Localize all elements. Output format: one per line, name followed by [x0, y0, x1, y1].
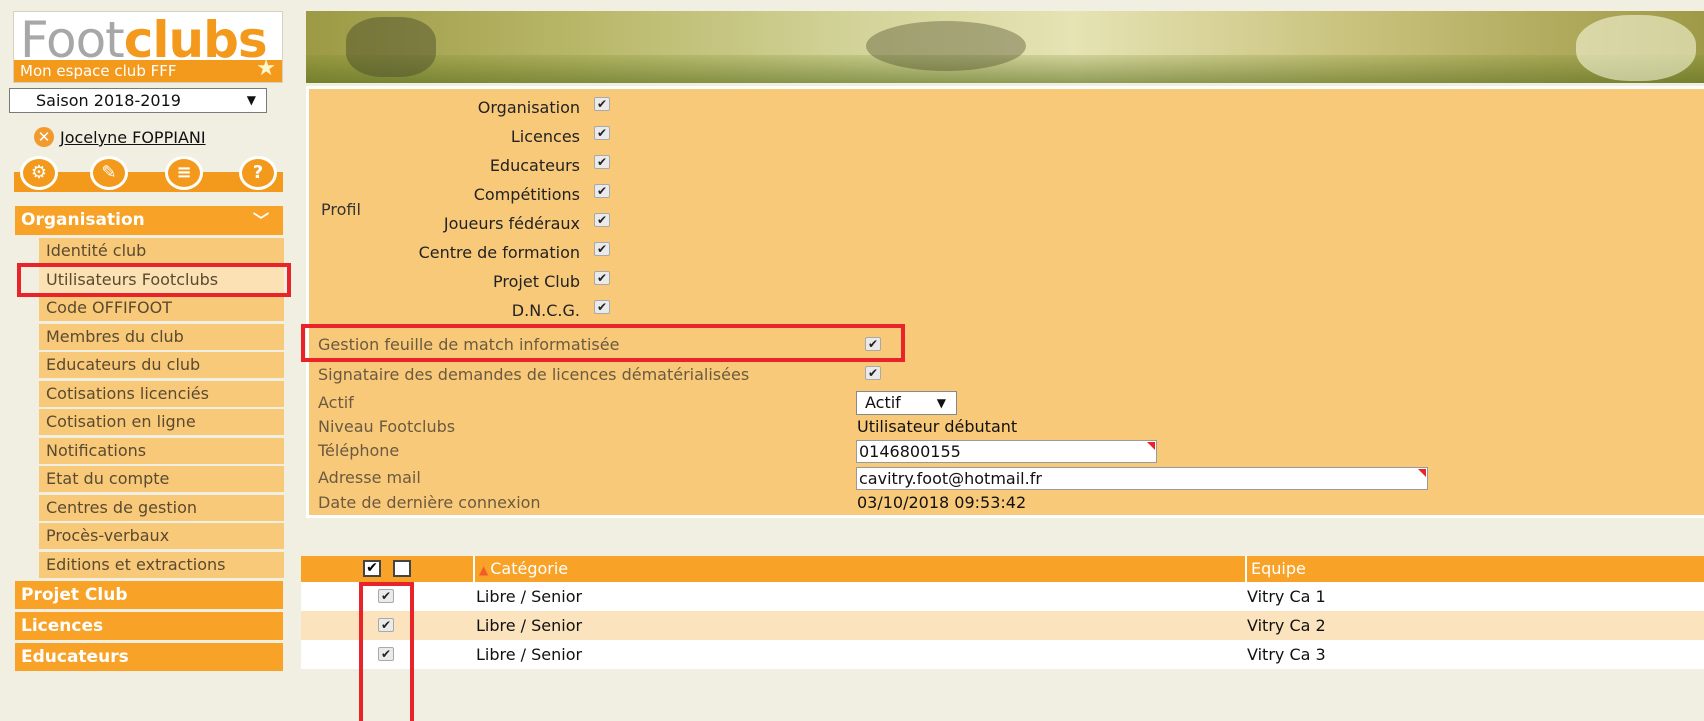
permission-label-competitions: Compétitions	[473, 185, 580, 204]
menu-section-licences[interactable]: Licences	[15, 612, 283, 640]
column-header-categorie[interactable]: ▲ Catégorie	[473, 556, 1245, 582]
sidebar-item-etat-du-compte[interactable]: Etat du compte	[39, 466, 284, 492]
menu-section-label: Organisation	[21, 210, 145, 230]
signataire-label: Signataire des demandes de licences déma…	[318, 365, 750, 384]
column-header-equipe[interactable]: Equipe	[1245, 556, 1704, 582]
user-name-link[interactable]: Jocelyne FOPPIANI	[60, 128, 206, 147]
mail-input[interactable]: cavitry.foot@hotmail.fr	[856, 467, 1428, 490]
sidebar-item-editions-extractions[interactable]: Editions et extractions	[39, 552, 284, 578]
banner-player-shape	[866, 21, 1026, 71]
niveau-label: Niveau Footclubs	[318, 417, 456, 436]
sidebar-item-notifications[interactable]: Notifications	[39, 438, 284, 464]
menu-section-projet-club[interactable]: Projet Club	[15, 581, 283, 609]
banner-ball-shape	[1576, 15, 1696, 81]
edit-icon[interactable]: ✎	[90, 156, 128, 190]
sidebar-item-cotisations-licencies[interactable]: Cotisations licenciés	[39, 381, 284, 407]
dropdown-arrow-icon: ▼	[936, 396, 946, 410]
actif-select[interactable]: Actif ▼	[856, 391, 957, 415]
required-flag-icon	[1418, 469, 1426, 477]
required-flag-icon	[1147, 442, 1155, 450]
permission-label-joueurs-federaux: Joueurs fédéraux	[443, 214, 580, 233]
permission-label-dncg: D.N.C.G.	[511, 301, 580, 320]
sidebar-item-proces-verbaux[interactable]: Procès-verbaux	[39, 523, 284, 549]
connexion-label: Date de dernière connexion	[318, 493, 541, 512]
table-row: ✔ Libre / Senior Vitry Ca 2	[301, 611, 1704, 640]
deselect-all-checkbox[interactable]	[393, 560, 411, 577]
cell-categorie: Libre / Senior	[476, 616, 583, 635]
signataire-checkbox[interactable]: ✔	[865, 366, 881, 380]
permission-checkbox-joueurs-federaux[interactable]: ✔	[594, 213, 610, 227]
table-row: ✔ Libre / Senior Vitry Ca 3	[301, 640, 1704, 669]
dropdown-arrow-icon: ▼	[246, 93, 256, 107]
settings-icon[interactable]: ⚙	[20, 156, 58, 190]
cell-categorie: Libre / Senior	[476, 587, 583, 606]
niveau-value: Utilisateur débutant	[857, 417, 1018, 436]
telephone-label: Téléphone	[318, 441, 400, 460]
permission-label-projet-club: Projet Club	[493, 272, 580, 291]
cell-equipe: Vitry Ca 3	[1247, 645, 1326, 664]
connexion-value: 03/10/2018 09:53:42	[857, 493, 1027, 512]
cell-categorie: Libre / Senior	[476, 645, 583, 664]
permission-label-licences: Licences	[510, 127, 580, 146]
season-select[interactable]: Saison 2018-2019 ▼	[9, 88, 267, 113]
permission-checkbox-dncg[interactable]: ✔	[594, 300, 610, 314]
permission-checkbox-educateurs[interactable]: ✔	[594, 155, 610, 169]
cell-equipe: Vitry Ca 1	[1247, 587, 1326, 606]
app-root: Footclubs Mon espace club FFF ★ Saison 20…	[0, 0, 1704, 721]
sidebar-item-centres-de-gestion[interactable]: Centres de gestion	[39, 495, 284, 521]
season-value: Saison 2018-2019	[36, 91, 181, 110]
highlight-box-gestion	[301, 324, 905, 362]
logo-tagline-bar: Mon espace club FFF ★	[14, 56, 282, 82]
sort-asc-icon: ▲	[479, 563, 489, 577]
telephone-input-value: 0146800155	[859, 442, 961, 461]
highlight-box-row-checkboxes	[359, 582, 414, 721]
table-header: ✔ ▲ Catégorie Equipe	[301, 556, 1704, 582]
sidebar-item-cotisation-en-ligne[interactable]: Cotisation en ligne	[39, 409, 284, 435]
list-icon[interactable]: ≡	[165, 156, 203, 190]
sidebar-item-educateurs-du-club[interactable]: Educateurs du club	[39, 352, 284, 378]
profil-label: Profil	[321, 200, 361, 219]
permission-checkbox-projet-club[interactable]: ✔	[594, 271, 610, 285]
highlight-box-sidebar	[17, 263, 291, 297]
menu-section-educateurs[interactable]: Educateurs	[15, 643, 283, 671]
menu-section-organisation[interactable]: Organisation ﹀	[15, 206, 283, 235]
table-row: ✔ Libre / Senior Vitry Ca 1	[301, 582, 1704, 611]
sidebar-item-identite-club[interactable]: Identité club	[39, 238, 284, 264]
logout-icon[interactable]: ✕	[34, 127, 54, 147]
permission-label-educateurs: Educateurs	[489, 156, 580, 175]
permission-label-centre-formation: Centre de formation	[418, 243, 580, 262]
sidebar-item-code-offifoot[interactable]: Code OFFIFOOT	[39, 295, 284, 321]
sidebar-item-membres-du-club[interactable]: Membres du club	[39, 324, 284, 350]
actif-label: Actif	[318, 393, 354, 412]
mail-input-value: cavitry.foot@hotmail.fr	[859, 469, 1042, 488]
user-info: ✕ Jocelyne FOPPIANI	[34, 127, 206, 147]
permission-checkbox-organisation[interactable]: ✔	[594, 97, 610, 111]
permission-checkbox-competitions[interactable]: ✔	[594, 184, 610, 198]
quick-icons-bar: ⚙ ✎ ≡ ?	[14, 154, 283, 194]
permission-checkbox-centre-formation[interactable]: ✔	[594, 242, 610, 256]
banner-player-shape	[346, 17, 436, 77]
column-header-label: Catégorie	[490, 559, 569, 578]
telephone-input[interactable]: 0146800155	[856, 440, 1157, 463]
mail-label: Adresse mail	[318, 468, 421, 487]
select-all-checkbox[interactable]: ✔	[363, 560, 381, 577]
actif-select-value: Actif	[865, 393, 901, 412]
permission-checkbox-licences[interactable]: ✔	[594, 126, 610, 140]
help-icon[interactable]: ?	[239, 156, 277, 190]
permission-label-organisation: Organisation	[477, 98, 580, 117]
star-icon: ★	[256, 56, 276, 81]
footclubs-logo[interactable]: Footclubs Mon espace club FFF ★	[13, 11, 283, 83]
header-banner-image	[306, 11, 1704, 83]
logo-tagline: Mon espace club FFF	[20, 62, 177, 80]
chevron-down-icon: ﹀	[252, 211, 269, 230]
cell-equipe: Vitry Ca 2	[1247, 616, 1326, 635]
